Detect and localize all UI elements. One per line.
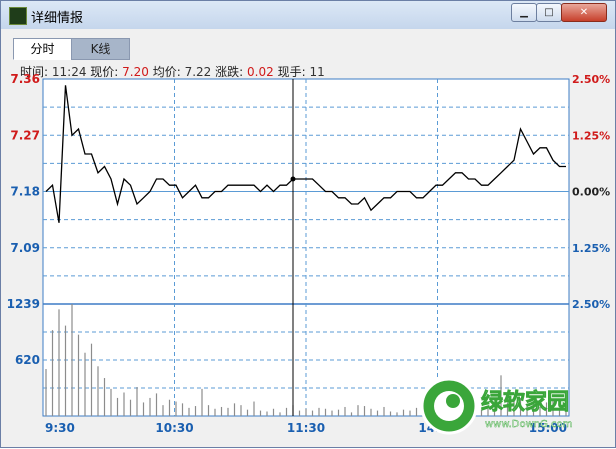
cursor-dot [290, 176, 296, 182]
detail-info-window: 详细情报 ▁ □ ✕ 分时 K线 时间: 11:24 现价: 7.20 均价: … [0, 0, 616, 448]
intraday-chart[interactable]: 7.36 7.27 7.18 7.09 2.50% 1.25% 0.00% 1.25% 1239… [1, 1, 616, 449]
price-tick-label: 7.27 [10, 128, 40, 142]
watermark-globe-dot [446, 394, 460, 408]
x-tick-label: 11:30 [287, 421, 325, 435]
volume-tick-label: 1239 [7, 297, 40, 311]
pct-tick-label: 0.00% [572, 186, 610, 199]
pct-tick-label: 2.50% [572, 73, 610, 86]
watermark-brand-text: 绿软家园 [481, 389, 569, 415]
pct-tick-label: 1.25% [572, 129, 610, 142]
volume-tick-label: 620 [15, 353, 40, 367]
price-tick-label: 7.36 [10, 72, 40, 86]
volume-pct-label: 2.50% [572, 298, 610, 311]
pct-tick-label: 1.25% [572, 242, 610, 255]
x-tick-label: 10:30 [155, 421, 193, 435]
price-tick-label: 7.09 [10, 241, 40, 255]
price-tick-label: 7.18 [10, 185, 40, 199]
watermark-site-text: www.DownG.com [485, 419, 572, 430]
x-tick-label: 9:30 [45, 421, 75, 435]
